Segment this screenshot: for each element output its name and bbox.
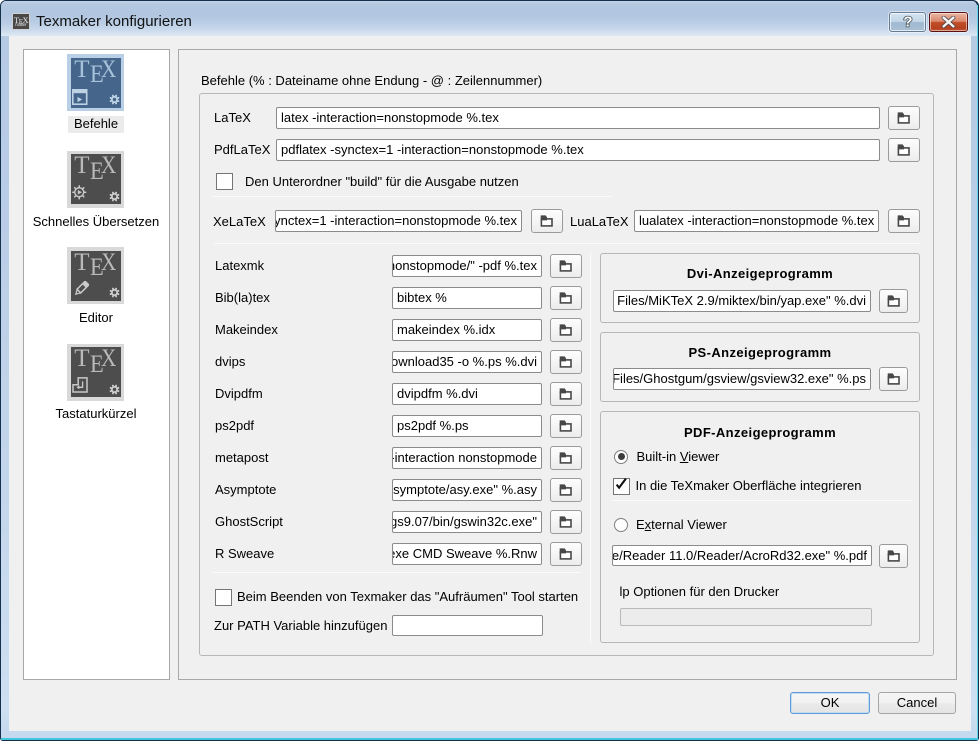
svg-text:?: ? (903, 14, 912, 31)
